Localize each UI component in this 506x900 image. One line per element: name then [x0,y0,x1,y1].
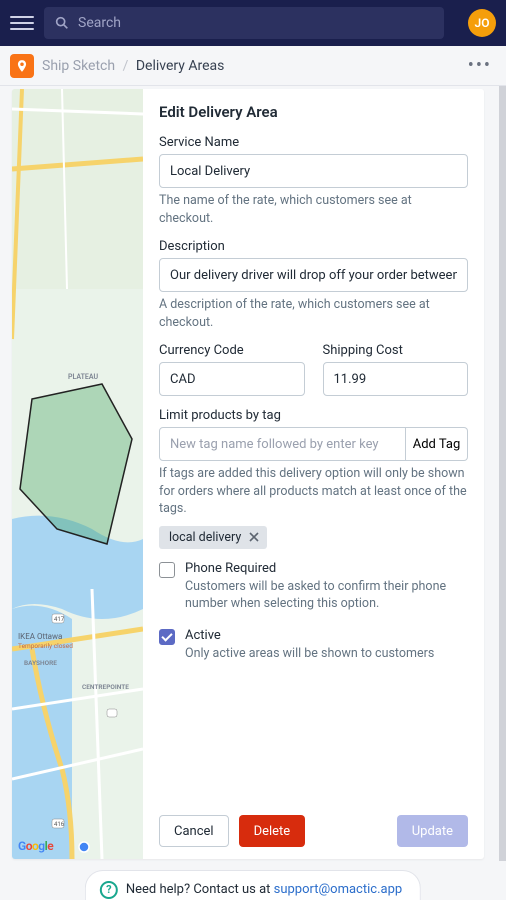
tag-help: If tags are added this delivery option w… [159,465,468,518]
topbar: JO [0,0,506,46]
description-label: Description [159,239,468,254]
avatar[interactable]: JO [468,9,496,37]
svg-text:Temporarily closed: Temporarily closed [18,642,73,650]
breadcrumb-bar: Ship Sketch / Delivery Areas ••• [0,46,506,86]
form-pane: Edit Delivery Area Service Name The name… [143,89,484,859]
help-text: Need help? Contact us at [126,882,274,897]
scrollbar[interactable] [499,86,506,861]
phone-required-checkbox[interactable] [159,562,175,578]
search-input[interactable] [78,15,434,31]
delivery-area-card: PLATEAU IKEA Ottawa Temporarily closed B… [12,89,484,859]
breadcrumb: Ship Sketch / Delivery Areas [42,58,224,74]
description-help: A description of the rate, which custome… [159,296,468,331]
description-input[interactable] [159,258,468,292]
active-label: Active [185,628,434,643]
update-button[interactable]: Update [397,815,468,847]
search-icon [54,15,70,31]
breadcrumb-current: Delivery Areas [136,58,225,74]
service-name-help: The name of the rate, which customers se… [159,192,468,227]
content: PLATEAU IKEA Ottawa Temporarily closed B… [0,86,506,900]
breadcrumb-app[interactable]: Ship Sketch [42,58,115,74]
help-footer: ? Need help? Contact us at support@omact… [85,870,421,900]
currency-input[interactable] [159,362,305,396]
panel-title: Edit Delivery Area [159,103,468,121]
hamburger-icon[interactable] [10,11,34,35]
add-tag-button[interactable]: Add Tag [406,427,468,461]
search-box[interactable] [44,7,444,39]
tag-input[interactable] [159,427,406,461]
phone-required-help: Customers will be asked to confirm their… [185,578,468,613]
tag-limit-label: Limit products by tag [159,408,468,423]
button-row: Cancel Delete Update [159,815,468,847]
delete-button[interactable]: Delete [239,815,306,847]
tag-chip-label: local delivery [169,530,241,545]
active-checkbox[interactable] [159,629,175,645]
google-logo: Google [18,839,53,853]
service-name-input[interactable] [159,154,468,188]
map[interactable]: PLATEAU IKEA Ottawa Temporarily closed B… [12,89,143,859]
svg-text:IKEA Ottawa: IKEA Ottawa [18,632,62,641]
help-icon: ? [100,881,118,899]
close-icon[interactable] [247,530,261,544]
more-icon[interactable]: ••• [464,51,496,80]
currency-label: Currency Code [159,343,305,358]
svg-text:PLATEAU: PLATEAU [68,373,98,381]
svg-text:417: 417 [54,616,65,623]
service-name-label: Service Name [159,135,468,150]
svg-text:CENTREPOINTE: CENTREPOINTE [82,683,129,691]
shipping-input[interactable] [323,362,469,396]
cancel-button[interactable]: Cancel [159,815,229,847]
phone-required-label: Phone Required [185,561,468,576]
active-help: Only active areas will be shown to custo… [185,645,434,663]
shipping-label: Shipping Cost [323,343,469,358]
app-icon [10,54,34,78]
svg-text:416: 416 [54,821,65,828]
tag-chip: local delivery [159,526,267,549]
svg-text:BAYSHORE: BAYSHORE [24,659,57,667]
help-link[interactable]: support@omactic.app [274,882,403,897]
